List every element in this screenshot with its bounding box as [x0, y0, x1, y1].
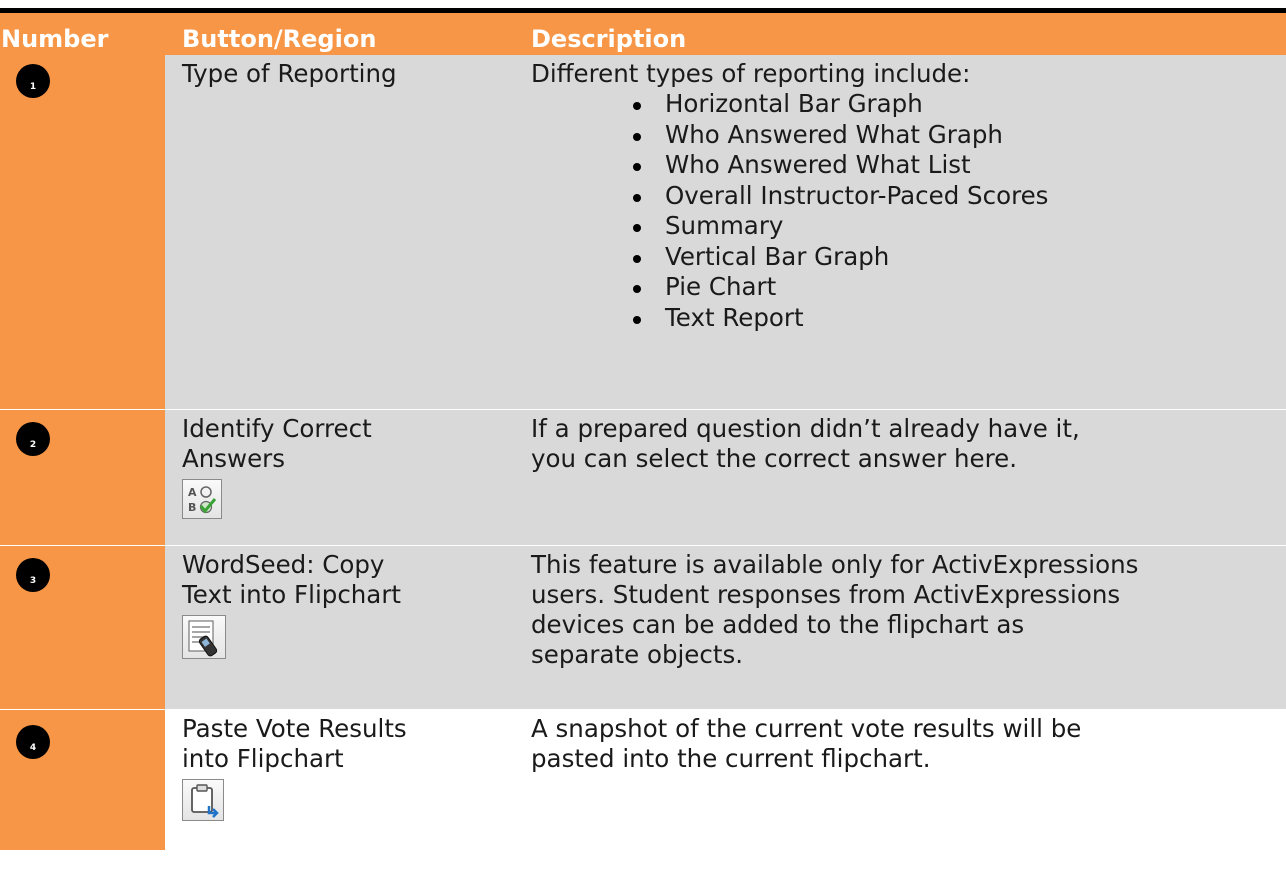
number-bubble: 3 — [16, 558, 50, 592]
row-body: WordSeed: Copy Text into Flipchart This … — [165, 546, 1286, 709]
list-item: Who Answered What List — [633, 150, 1276, 181]
list-item: Summary — [633, 211, 1276, 242]
number-bubble: 4 — [16, 725, 50, 759]
table-row: 2 Identify Correct Answers A B If a prep… — [0, 410, 1286, 546]
region-cell: WordSeed: Copy Text into Flipchart — [165, 546, 529, 709]
identify-correct-answers-icon[interactable]: A B — [182, 479, 222, 519]
number-bubble: 1 — [16, 64, 50, 98]
header-description: Description — [531, 25, 687, 53]
description-cell: This feature is available only for Activ… — [529, 546, 1286, 709]
list-item: Overall Instructor-Paced Scores — [633, 181, 1276, 212]
number-cell: 1 — [0, 55, 165, 409]
list-item: Pie Chart — [633, 272, 1276, 303]
table-row: 3 WordSeed: Copy Text into Flipchart Thi… — [0, 546, 1286, 710]
description-text: This feature is available only for Activ… — [531, 550, 1139, 669]
table-header-row: Number Button/Region Description — [0, 13, 1286, 55]
paste-vote-results-icon[interactable] — [182, 779, 224, 821]
list-item: Vertical Bar Graph — [633, 242, 1276, 273]
number-bubble: 2 — [16, 422, 50, 456]
number-cell: 3 — [0, 546, 165, 709]
region-name: Type of Reporting — [182, 59, 397, 88]
svg-text:B: B — [188, 501, 196, 514]
table-row: 4 Paste Vote Results into Flipchart A sn… — [0, 710, 1286, 850]
region-name: WordSeed: Copy Text into Flipchart — [182, 550, 402, 609]
description-cell: If a prepared question didn’t already ha… — [529, 410, 1286, 545]
header-button-region: Button/Region — [182, 25, 377, 53]
description-cell: Different types of reporting include: Ho… — [529, 55, 1286, 409]
list-item: Who Answered What Graph — [633, 120, 1276, 151]
reporting-types-list: Horizontal Bar Graph Who Answered What G… — [531, 89, 1276, 333]
row-body: Type of Reporting Different types of rep… — [165, 55, 1286, 409]
list-item: Text Report — [633, 303, 1276, 334]
header-number: Number — [1, 25, 109, 53]
region-name: Identify Correct Answers — [182, 414, 372, 473]
wordseed-copy-text-icon[interactable] — [182, 615, 226, 659]
region-cell: Paste Vote Results into Flipchart — [165, 710, 529, 850]
table-row: 1 Type of Reporting Different types of r… — [0, 55, 1286, 410]
number-cell: 4 — [0, 710, 165, 850]
description-text: Different types of reporting include: — [531, 59, 971, 88]
row-body: Paste Vote Results into Flipchart A snap… — [165, 710, 1286, 850]
region-cell: Identify Correct Answers A B — [165, 410, 529, 545]
button-reference-table: Number Button/Region Description 1 Type … — [0, 13, 1286, 850]
svg-text:A: A — [188, 486, 197, 499]
description-cell: A snapshot of the current vote results w… — [529, 710, 1286, 850]
region-cell: Type of Reporting — [165, 55, 529, 409]
region-name: Paste Vote Results into Flipchart — [182, 714, 407, 773]
description-text: If a prepared question didn’t already ha… — [531, 414, 1080, 473]
row-body: Identify Correct Answers A B If a prepar… — [165, 410, 1286, 545]
list-item: Horizontal Bar Graph — [633, 89, 1276, 120]
description-text: A snapshot of the current vote results w… — [531, 714, 1082, 773]
number-cell: 2 — [0, 410, 165, 545]
